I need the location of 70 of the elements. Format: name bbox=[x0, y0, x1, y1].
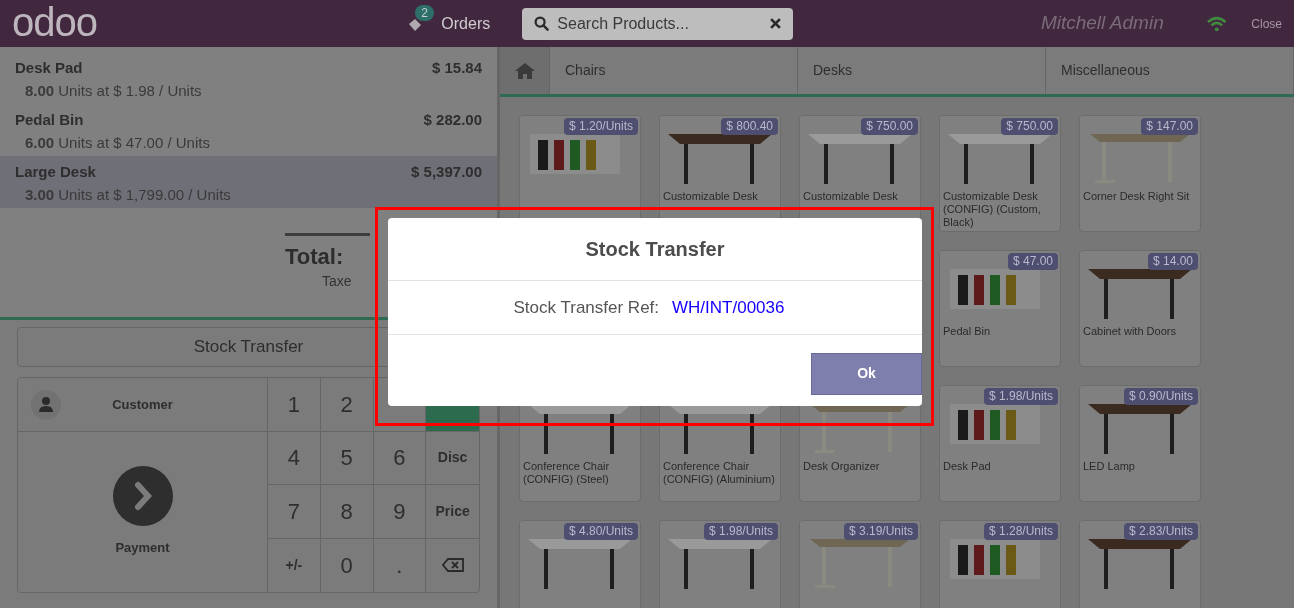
ok-button[interactable]: Ok bbox=[811, 352, 922, 395]
product-name: Customizable Desk bbox=[662, 190, 759, 203]
price-tag: $ 147.00 bbox=[1141, 118, 1198, 135]
product-name: Conference Chair (CONFIG) (Aluminium) bbox=[662, 460, 776, 486]
product-card[interactable]: $ 3.19/Units bbox=[799, 520, 921, 608]
keypad-key[interactable]: 8 bbox=[320, 485, 374, 539]
price-tag: $ 2.83/Units bbox=[1123, 523, 1198, 540]
unit-price-detail: Units at $ 47.00 / Units bbox=[58, 132, 210, 153]
product-name: Desk Pad bbox=[15, 58, 83, 78]
product-name: Customizable Desk (CONFIG) (Custom, Black) bbox=[942, 190, 1042, 229]
quantity: 3.00 bbox=[25, 184, 55, 205]
quantity: 6.00 bbox=[25, 132, 55, 153]
price-tag: $ 14.00 bbox=[1147, 253, 1198, 270]
orders-count-badge: 2 bbox=[415, 4, 434, 21]
product-card[interactable]: $ 1.98/Units bbox=[659, 520, 781, 608]
price-tag: $ 1.20/Units bbox=[563, 118, 638, 135]
orders-label[interactable]: Orders bbox=[441, 11, 491, 36]
product-card[interactable]: $ 750.00 Customizable Desk (CONFIG) (Custom, Black) bbox=[939, 115, 1061, 232]
product-name: Desk Organizer bbox=[802, 460, 881, 473]
unit-price-detail: Units at $ 1,799.00 / Units bbox=[58, 184, 231, 205]
price-tag: $ 3.19/Units bbox=[843, 523, 918, 540]
logo: odoo bbox=[12, 1, 98, 42]
total-label: Total: bbox=[285, 233, 370, 273]
keypad-key[interactable]: 7 bbox=[268, 485, 321, 539]
keypad-key[interactable]: 6 bbox=[373, 431, 427, 485]
price-tag: $ 750.00 bbox=[861, 118, 918, 135]
keypad-key[interactable]: 5 bbox=[320, 431, 374, 485]
keypad-key[interactable]: 2 bbox=[320, 378, 374, 432]
product-name: Large Desk bbox=[15, 162, 96, 182]
price-tag: $ 1.98/Units bbox=[983, 388, 1058, 405]
price-tag: $ 47.00 bbox=[1007, 253, 1058, 270]
search-input[interactable]: Search Products... bbox=[557, 11, 762, 36]
product-card[interactable]: $ 1.28/Units bbox=[939, 520, 1061, 608]
product-name: Pedal Bin bbox=[942, 325, 992, 338]
product-card[interactable]: $ 147.00 Corner Desk Right Sit bbox=[1079, 115, 1201, 232]
taxes-label: Taxe bbox=[322, 272, 353, 291]
keypad-key[interactable]: 9 bbox=[373, 485, 427, 539]
product-card[interactable]: $ 1.98/Units Desk Pad bbox=[939, 385, 1061, 502]
ref-label: Stock Transfer Ref: bbox=[513, 296, 660, 319]
product-name: Desk Pad bbox=[942, 460, 992, 473]
product-card[interactable]: $ 0.90/Units LED Lamp bbox=[1079, 385, 1201, 502]
line-price: $ 5,397.00 bbox=[411, 162, 482, 182]
quantity: 8.00 bbox=[25, 80, 55, 101]
price-tag: $ 750.00 bbox=[1001, 118, 1058, 135]
keypad-key[interactable]: 1 bbox=[268, 378, 321, 432]
close-button[interactable]: Close bbox=[1251, 14, 1282, 33]
unit-price-detail: Units at $ 1.98 / Units bbox=[58, 80, 202, 101]
price-tag: $ 0.90/Units bbox=[1123, 388, 1198, 405]
dialog-title: Stock Transfer bbox=[585, 237, 725, 262]
product-name: Cabinet with Doors bbox=[1082, 325, 1177, 338]
product-card[interactable]: $ 14.00 Cabinet with Doors bbox=[1079, 250, 1201, 367]
price-tag: $ 800.40 bbox=[721, 118, 778, 135]
customer-button[interactable]: Customer bbox=[18, 378, 267, 432]
line-price: $ 15.84 bbox=[431, 58, 482, 78]
product-name: Customizable Desk bbox=[802, 190, 899, 203]
keypad-key[interactable]: 4 bbox=[268, 431, 321, 485]
user-name: Mitchell Admin bbox=[1040, 11, 1165, 36]
product-card[interactable]: $ 2.83/Units bbox=[1079, 520, 1201, 608]
price-tag: $ 4.80/Units bbox=[563, 523, 638, 540]
product-card[interactable]: $ 47.00 Pedal Bin bbox=[939, 250, 1061, 367]
product-card[interactable]: $ 4.80/Units bbox=[519, 520, 641, 608]
search-field[interactable]: Search Products... bbox=[522, 7, 793, 40]
ref-link[interactable]: WH/INT/00036 bbox=[672, 294, 785, 321]
product-name: Pedal Bin bbox=[15, 110, 84, 130]
product-name: LED Lamp bbox=[1082, 460, 1136, 473]
line-price: $ 282.00 bbox=[423, 110, 482, 130]
price-tag: $ 1.98/Units bbox=[703, 523, 778, 540]
price-tag: $ 1.28/Units bbox=[983, 523, 1058, 540]
product-name: Conference Chair (CONFIG) (Steel) bbox=[522, 460, 611, 486]
product-name: Corner Desk Right Sit bbox=[1082, 190, 1191, 203]
